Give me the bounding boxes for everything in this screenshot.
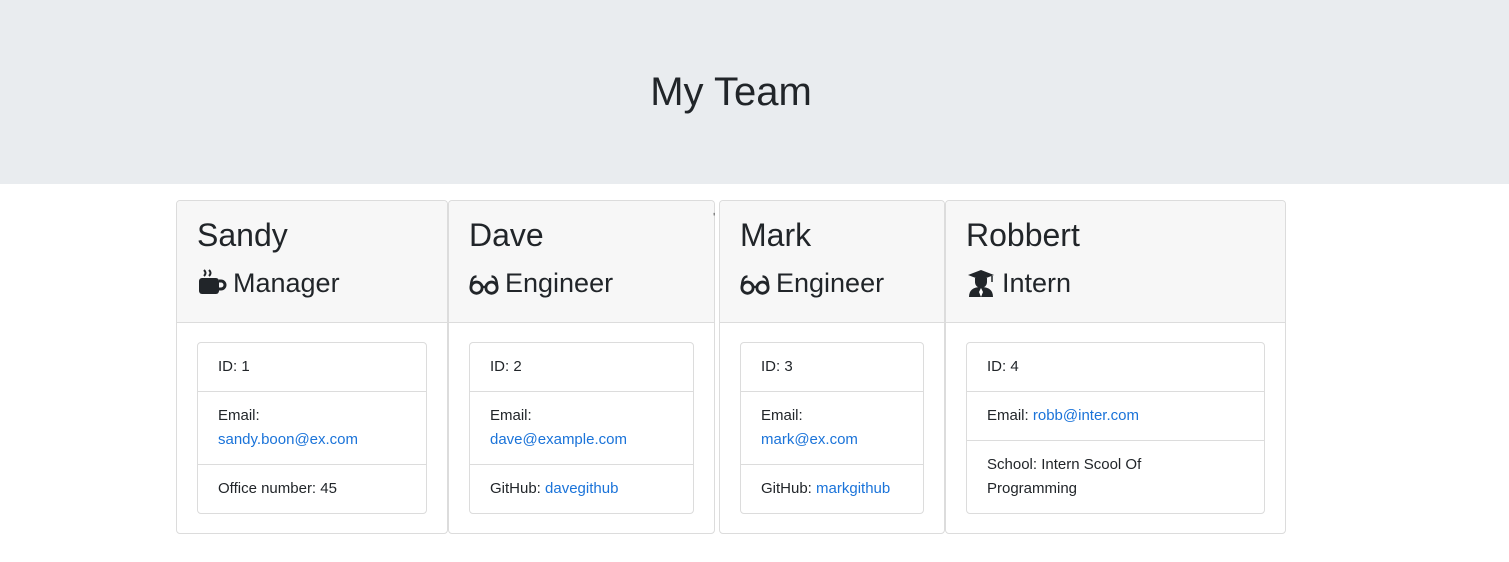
employee-details-list: ID: 2 Email: dave@example.com GitHub: da…: [469, 342, 694, 514]
employee-id: ID: 1: [218, 358, 250, 375]
page-title: My Team: [650, 70, 812, 114]
glasses-icon: [469, 275, 499, 295]
card-header: Robbert Intern: [946, 201, 1285, 323]
email-link[interactable]: dave@example.com: [490, 431, 627, 448]
employee-email-row: Email: sandy.boon@ex.com: [198, 391, 426, 464]
role-label: Engineer: [505, 268, 614, 298]
role-label: Intern: [1002, 268, 1072, 298]
email-label: Email:: [761, 407, 803, 424]
card-header: Mark Engineer: [720, 201, 944, 323]
employee-card-dave: Dave Engineer ID: 2 Email: dave@example.…: [448, 200, 715, 534]
email-label: Email:: [987, 407, 1029, 424]
github-link[interactable]: markgithub: [816, 480, 890, 497]
employee-email-row: Email: dave@example.com: [470, 391, 693, 464]
card-header: Dave Engineer: [449, 201, 714, 323]
employee-details-list: ID: 3 Email: mark@ex.com GitHub: markgit…: [740, 342, 924, 514]
email-link[interactable]: mark@ex.com: [761, 431, 858, 448]
employee-details-list: ID: 1 Email: sandy.boon@ex.com Office nu…: [197, 342, 427, 514]
employee-card-sandy: Sandy Manager ID: 1 Email: sandy.boon@ex…: [176, 200, 448, 534]
employee-role: Intern: [966, 265, 1071, 301]
email-link[interactable]: sandy.boon@ex.com: [218, 431, 358, 448]
school-row: School: Intern Scool Of Programming: [967, 440, 1264, 513]
email-label: Email:: [490, 407, 532, 424]
employee-role: Manager: [197, 265, 340, 301]
email-link[interactable]: robb@inter.com: [1033, 407, 1139, 424]
employee-email-row: Email: robb@inter.com: [967, 391, 1264, 440]
stray-mark: ʹ: [713, 210, 716, 224]
employee-name: Sandy: [197, 217, 288, 253]
employee-email-row: Email: mark@ex.com: [741, 391, 923, 464]
card-header: Sandy Manager: [177, 201, 447, 323]
employee-name: Dave: [469, 217, 544, 253]
employee-role: Engineer: [469, 265, 613, 301]
employee-name: Mark: [740, 217, 812, 253]
role-label: Manager: [233, 268, 340, 298]
graduate-icon: [968, 270, 994, 297]
employee-details-list: ID: 4 Email: robb@inter.com School: Inte…: [966, 342, 1265, 514]
github-label: GitHub:: [490, 480, 541, 497]
employee-role: Engineer: [740, 265, 884, 301]
employee-id: ID: 4: [987, 358, 1019, 375]
employee-id: ID: 2: [490, 358, 522, 375]
office-number: Office number: 45: [198, 464, 426, 513]
email-label: Email:: [218, 407, 260, 424]
employee-card-robbert: Robbert Intern ID: 4 Email: robb@inter.c…: [945, 200, 1286, 534]
glasses-icon: [740, 275, 770, 295]
employee-name: Robbert: [966, 217, 1080, 253]
github-label: GitHub:: [761, 480, 812, 497]
github-link[interactable]: davegithub: [545, 480, 618, 497]
employee-card-mark: Mark Engineer ID: 3 Email: mark@ex.com G…: [719, 200, 945, 534]
employee-id: ID: 3: [761, 358, 793, 375]
role-label: Engineer: [776, 268, 885, 298]
coffee-mug-icon: [199, 269, 227, 294]
github-row: GitHub: markgithub: [741, 464, 923, 513]
team-header-banner: My Team: [0, 0, 1509, 184]
github-row: GitHub: davegithub: [470, 464, 693, 513]
